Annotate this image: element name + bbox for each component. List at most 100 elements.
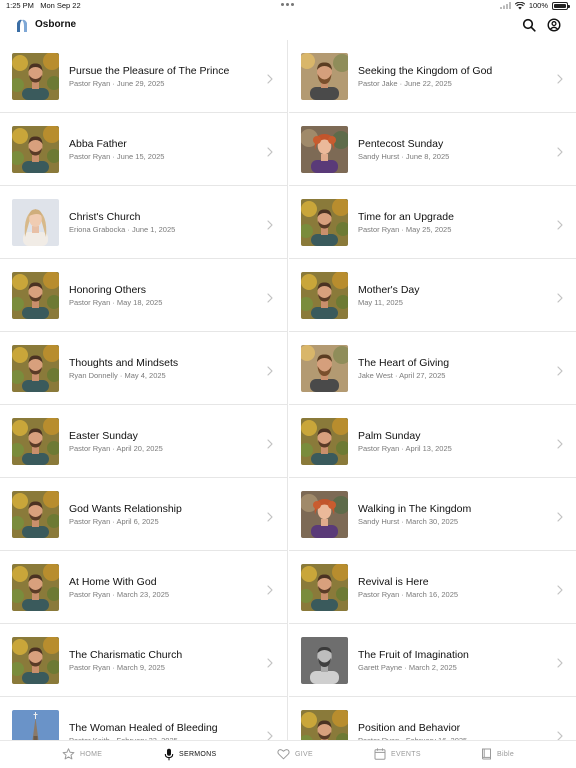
sermon-subtitle: Pastor Ryan · March 9, 2025: [69, 663, 165, 672]
status-right: 100%: [499, 1, 570, 10]
sermon-row[interactable]: God Wants Relationship Pastor Ryan · Apri…: [0, 478, 287, 551]
sermon-thumbnail: [301, 53, 348, 100]
tab-give-label: GIVE: [295, 750, 313, 758]
sermon-thumbnail: [301, 710, 348, 740]
sermon-row[interactable]: Mother's Day May 11, 2025: [289, 259, 576, 332]
multitasking-dots-icon[interactable]: [281, 3, 294, 6]
chevron-right-icon: [557, 728, 563, 740]
sermon-subtitle: May 11, 2025: [358, 298, 403, 307]
sermon-thumbnail: [12, 53, 59, 100]
sermon-column-right: Seeking the Kingdom of God Pastor Jake · …: [289, 40, 576, 740]
sermon-row[interactable]: The Charismatic Church Pastor Ryan · Marc…: [0, 624, 287, 697]
chevron-right-icon: [557, 509, 563, 522]
sermon-thumbnail: [301, 564, 348, 611]
sermon-thumbnail: [301, 637, 348, 684]
battery-icon: [552, 1, 570, 10]
sermon-row[interactable]: The Heart of Giving Jake West · April 27,…: [289, 332, 576, 405]
sermon-row[interactable]: Revival is Here Pastor Ryan · March 16, 2…: [289, 551, 576, 624]
sermon-thumbnail: [301, 126, 348, 173]
sermon-row[interactable]: Time for an Upgrade Pastor Ryan · May 25,…: [289, 186, 576, 259]
sermon-subtitle: Sandy Hurst · March 30, 2025: [358, 517, 459, 526]
book-icon: [482, 748, 491, 760]
sermon-title: Palm Sunday: [358, 430, 421, 442]
sermon-thumbnail: [301, 491, 348, 538]
sermon-subtitle: Pastor Jake · June 22, 2025: [358, 79, 452, 88]
sermon-row[interactable]: Palm Sunday Pastor Ryan · April 13, 2025: [289, 405, 576, 478]
chevron-right-icon: [267, 363, 273, 376]
chevron-right-icon: [557, 144, 563, 157]
sermon-row[interactable]: Easter Sunday Pastor Ryan · April 20, 202…: [0, 405, 287, 478]
tab-give[interactable]: GIVE: [277, 748, 313, 760]
sermon-title: The Fruit of Imagination: [358, 649, 469, 661]
sermon-title: The Heart of Giving: [358, 357, 450, 369]
sermon-row[interactable]: Pentecost Sunday Sandy Hurst · June 8, 20…: [289, 113, 576, 186]
sermon-thumbnail: [12, 564, 59, 611]
sermon-subtitle: Eriona Grabocka · June 1, 2025: [69, 225, 176, 234]
sermon-subtitle: Ryan Donnelly · May 4, 2025: [69, 371, 166, 380]
tab-bible[interactable]: Bible: [481, 748, 514, 760]
sermon-subtitle: Pastor Ryan · June 29, 2025: [69, 79, 165, 88]
heart-icon: [277, 749, 290, 760]
chevron-right-icon: [557, 290, 563, 303]
chevron-right-icon: [267, 728, 273, 740]
chevron-right-icon: [557, 655, 563, 668]
sermon-title: At Home With God: [69, 576, 157, 588]
account-icon[interactable]: [546, 17, 562, 33]
sermon-title: Walking in The Kingdom: [358, 503, 472, 515]
sermon-subtitle: Pastor Ryan · April 20, 2025: [69, 444, 163, 453]
sermon-thumbnail: [12, 272, 59, 319]
sermon-row[interactable]: Seeking the Kingdom of God Pastor Jake · …: [289, 40, 576, 113]
star-icon: [62, 748, 75, 760]
sermon-subtitle: Pastor Ryan · May 25, 2025: [358, 225, 452, 234]
sermon-title: Easter Sunday: [69, 430, 138, 442]
sermon-thumbnail: [12, 345, 59, 392]
sermon-row[interactable]: Thoughts and Mindsets Ryan Donnelly · May…: [0, 332, 287, 405]
sermon-title: The Charismatic Church: [69, 649, 183, 661]
sermon-row[interactable]: At Home With God Pastor Ryan · March 23, …: [0, 551, 287, 624]
wifi-icon: [514, 1, 525, 9]
sermon-thumbnail: [12, 710, 59, 740]
sermon-title: Honoring Others: [69, 284, 147, 296]
sermon-row[interactable]: The Woman Healed of BleedingPastor Keith…: [0, 697, 287, 740]
sermon-title: The Woman Healed of Bleeding: [69, 722, 218, 734]
battery-percent: 100%: [528, 1, 548, 10]
sermon-subtitle: Pastor Ryan · April 13, 2025: [358, 444, 452, 453]
sermon-subtitle: Pastor Ryan · March 23, 2025: [69, 590, 170, 599]
sermon-row[interactable]: Position and BehaviorPastor Ryan · Febru…: [289, 697, 576, 740]
sermon-row[interactable]: Walking in The Kingdom Sandy Hurst · Marc…: [289, 478, 576, 551]
sermon-subtitle: Sandy Hurst · June 8, 2025: [358, 152, 450, 161]
sermon-subtitle: Pastor Ryan · June 15, 2025: [69, 152, 165, 161]
sermon-title: Abba Father: [69, 138, 127, 150]
sermon-title: Thoughts and Mindsets: [69, 357, 179, 369]
chevron-right-icon: [267, 436, 273, 449]
sermon-thumbnail: [301, 345, 348, 392]
sermon-thumbnail: [12, 418, 59, 465]
sermon-thumbnail: [301, 272, 348, 319]
chevron-right-icon: [267, 655, 273, 668]
sermon-row[interactable]: Christ's Church Eriona Grabocka · June 1,…: [0, 186, 287, 259]
sermon-title: Pentecost Sunday: [358, 138, 444, 150]
sermon-title: Time for an Upgrade: [358, 211, 454, 223]
sermon-subtitle: Jake West · April 27, 2025: [358, 371, 446, 380]
chevron-right-icon: [267, 217, 273, 230]
sermon-row[interactable]: The Fruit of Imagination Garett Payne · M…: [289, 624, 576, 697]
tab-home-label: HOME: [80, 750, 103, 758]
tab-sermons[interactable]: SERMONS: [164, 748, 217, 761]
sermon-title: Revival is Here: [358, 576, 429, 588]
sermon-row[interactable]: Pursue the Pleasure of The Prince Pastor …: [0, 40, 287, 113]
cellular-signal-icon: [499, 2, 511, 9]
tab-home[interactable]: HOME: [62, 748, 102, 760]
tab-events-label: EVENTS: [391, 750, 421, 758]
tab-events[interactable]: EVENTS: [374, 748, 421, 760]
chevron-right-icon: [557, 582, 563, 595]
microphone-icon: [164, 748, 174, 761]
chevron-right-icon: [557, 71, 563, 84]
tab-bible-label: Bible: [497, 750, 515, 758]
sermon-row[interactable]: Abba Father Pastor Ryan · June 15, 2025: [0, 113, 287, 186]
sermon-subtitle: Garett Payne · March 2, 2025: [358, 663, 457, 672]
app-title: Osborne: [35, 19, 77, 30]
sermon-title: God Wants Relationship: [69, 503, 182, 515]
sermon-row[interactable]: Honoring Others Pastor Ryan · May 18, 202…: [0, 259, 287, 332]
search-icon[interactable]: [521, 17, 537, 33]
sermon-thumbnail: [12, 126, 59, 173]
